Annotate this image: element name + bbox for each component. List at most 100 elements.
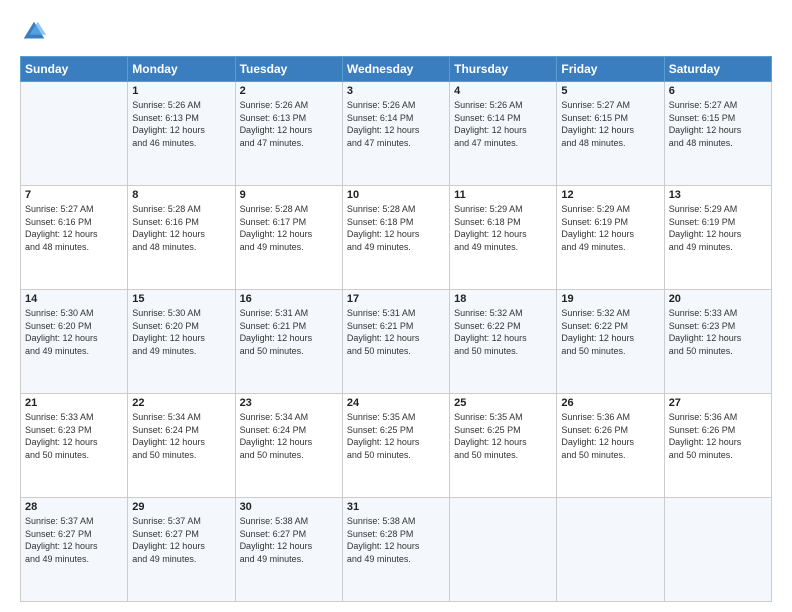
day-info: Sunrise: 5:36 AM Sunset: 6:26 PM Dayligh…	[561, 411, 659, 461]
calendar-cell: 21 Sunrise: 5:33 AM Sunset: 6:23 PM Dayli…	[21, 394, 128, 498]
calendar-cell: 8 Sunrise: 5:28 AM Sunset: 6:16 PM Daylig…	[128, 186, 235, 290]
day-number: 22	[132, 397, 230, 409]
day-number: 8	[132, 189, 230, 201]
day-number: 11	[454, 189, 552, 201]
calendar-cell: 10 Sunrise: 5:28 AM Sunset: 6:18 PM Dayli…	[342, 186, 449, 290]
calendar-cell: 30 Sunrise: 5:38 AM Sunset: 6:27 PM Dayli…	[235, 498, 342, 602]
calendar-day-header: Monday	[128, 57, 235, 82]
calendar-week-row: 21 Sunrise: 5:33 AM Sunset: 6:23 PM Dayli…	[21, 394, 772, 498]
calendar-cell: 15 Sunrise: 5:30 AM Sunset: 6:20 PM Dayli…	[128, 290, 235, 394]
calendar-week-row: 28 Sunrise: 5:37 AM Sunset: 6:27 PM Dayli…	[21, 498, 772, 602]
day-number: 20	[669, 293, 767, 305]
day-info: Sunrise: 5:34 AM Sunset: 6:24 PM Dayligh…	[132, 411, 230, 461]
calendar-table: SundayMondayTuesdayWednesdayThursdayFrid…	[20, 56, 772, 602]
calendar-day-header: Thursday	[450, 57, 557, 82]
calendar-cell: 4 Sunrise: 5:26 AM Sunset: 6:14 PM Daylig…	[450, 82, 557, 186]
day-number: 16	[240, 293, 338, 305]
day-info: Sunrise: 5:29 AM Sunset: 6:18 PM Dayligh…	[454, 203, 552, 253]
calendar-cell: 1Sunrise: 5:26 AM Sunset: 6:13 PM Daylig…	[128, 82, 235, 186]
day-number: 5	[561, 85, 659, 97]
day-info: Sunrise: 5:27 AM Sunset: 6:15 PM Dayligh…	[669, 99, 767, 149]
calendar-cell: 23Sunrise: 5:34 AM Sunset: 6:24 PM Dayli…	[235, 394, 342, 498]
day-info: Sunrise: 5:38 AM Sunset: 6:27 PM Dayligh…	[240, 515, 338, 565]
day-info: Sunrise: 5:30 AM Sunset: 6:20 PM Dayligh…	[25, 307, 123, 357]
calendar-cell: 11 Sunrise: 5:29 AM Sunset: 6:18 PM Dayli…	[450, 186, 557, 290]
day-info: Sunrise: 5:28 AM Sunset: 6:17 PM Dayligh…	[240, 203, 338, 253]
calendar-week-row: 14 Sunrise: 5:30 AM Sunset: 6:20 PM Dayli…	[21, 290, 772, 394]
day-number: 31	[347, 501, 445, 513]
day-info: Sunrise: 5:35 AM Sunset: 6:25 PM Dayligh…	[347, 411, 445, 461]
day-info: Sunrise: 5:27 AM Sunset: 6:16 PM Dayligh…	[25, 203, 123, 253]
day-number: 14	[25, 293, 123, 305]
day-info: Sunrise: 5:32 AM Sunset: 6:22 PM Dayligh…	[454, 307, 552, 357]
calendar-cell: 16 Sunrise: 5:31 AM Sunset: 6:21 PM Dayli…	[235, 290, 342, 394]
calendar-cell: 9 Sunrise: 5:28 AM Sunset: 6:17 PM Daylig…	[235, 186, 342, 290]
day-info: Sunrise: 5:29 AM Sunset: 6:19 PM Dayligh…	[669, 203, 767, 253]
calendar-cell	[21, 82, 128, 186]
logo	[20, 18, 52, 46]
day-number: 3	[347, 85, 445, 97]
calendar-cell: 19Sunrise: 5:32 AM Sunset: 6:22 PM Dayli…	[557, 290, 664, 394]
day-info: Sunrise: 5:28 AM Sunset: 6:16 PM Dayligh…	[132, 203, 230, 253]
calendar-day-header: Friday	[557, 57, 664, 82]
day-number: 13	[669, 189, 767, 201]
day-number: 26	[561, 397, 659, 409]
day-number: 30	[240, 501, 338, 513]
day-info: Sunrise: 5:29 AM Sunset: 6:19 PM Dayligh…	[561, 203, 659, 253]
calendar-cell: 6 Sunrise: 5:27 AM Sunset: 6:15 PM Daylig…	[664, 82, 771, 186]
day-number: 18	[454, 293, 552, 305]
day-number: 23	[240, 397, 338, 409]
day-number: 4	[454, 85, 552, 97]
day-info: Sunrise: 5:26 AM Sunset: 6:13 PM Dayligh…	[132, 99, 230, 149]
day-number: 9	[240, 189, 338, 201]
logo-icon	[20, 18, 48, 46]
day-info: Sunrise: 5:36 AM Sunset: 6:26 PM Dayligh…	[669, 411, 767, 461]
calendar-cell: 18 Sunrise: 5:32 AM Sunset: 6:22 PM Dayli…	[450, 290, 557, 394]
page: SundayMondayTuesdayWednesdayThursdayFrid…	[0, 0, 792, 612]
day-info: Sunrise: 5:26 AM Sunset: 6:14 PM Dayligh…	[454, 99, 552, 149]
day-number: 29	[132, 501, 230, 513]
calendar-cell: 31 Sunrise: 5:38 AM Sunset: 6:28 PM Dayli…	[342, 498, 449, 602]
header	[20, 18, 772, 46]
day-number: 10	[347, 189, 445, 201]
day-number: 28	[25, 501, 123, 513]
calendar-cell: 26 Sunrise: 5:36 AM Sunset: 6:26 PM Dayli…	[557, 394, 664, 498]
calendar-cell: 2Sunrise: 5:26 AM Sunset: 6:13 PM Daylig…	[235, 82, 342, 186]
day-number: 17	[347, 293, 445, 305]
day-number: 21	[25, 397, 123, 409]
calendar-cell: 28Sunrise: 5:37 AM Sunset: 6:27 PM Dayli…	[21, 498, 128, 602]
day-info: Sunrise: 5:31 AM Sunset: 6:21 PM Dayligh…	[347, 307, 445, 357]
day-number: 27	[669, 397, 767, 409]
day-info: Sunrise: 5:30 AM Sunset: 6:20 PM Dayligh…	[132, 307, 230, 357]
calendar-cell	[557, 498, 664, 602]
calendar-cell: 3Sunrise: 5:26 AM Sunset: 6:14 PM Daylig…	[342, 82, 449, 186]
calendar-day-header: Saturday	[664, 57, 771, 82]
calendar-cell: 13 Sunrise: 5:29 AM Sunset: 6:19 PM Dayli…	[664, 186, 771, 290]
calendar-cell: 14 Sunrise: 5:30 AM Sunset: 6:20 PM Dayli…	[21, 290, 128, 394]
calendar-day-header: Wednesday	[342, 57, 449, 82]
day-info: Sunrise: 5:38 AM Sunset: 6:28 PM Dayligh…	[347, 515, 445, 565]
calendar-cell: 17 Sunrise: 5:31 AM Sunset: 6:21 PM Dayli…	[342, 290, 449, 394]
day-info: Sunrise: 5:28 AM Sunset: 6:18 PM Dayligh…	[347, 203, 445, 253]
calendar-cell: 27 Sunrise: 5:36 AM Sunset: 6:26 PM Dayli…	[664, 394, 771, 498]
day-number: 7	[25, 189, 123, 201]
calendar-header-row: SundayMondayTuesdayWednesdayThursdayFrid…	[21, 57, 772, 82]
calendar-cell: 29 Sunrise: 5:37 AM Sunset: 6:27 PM Dayli…	[128, 498, 235, 602]
day-info: Sunrise: 5:33 AM Sunset: 6:23 PM Dayligh…	[25, 411, 123, 461]
calendar-cell: 5Sunrise: 5:27 AM Sunset: 6:15 PM Daylig…	[557, 82, 664, 186]
day-info: Sunrise: 5:35 AM Sunset: 6:25 PM Dayligh…	[454, 411, 552, 461]
calendar-day-header: Tuesday	[235, 57, 342, 82]
calendar-day-header: Sunday	[21, 57, 128, 82]
day-info: Sunrise: 5:32 AM Sunset: 6:22 PM Dayligh…	[561, 307, 659, 357]
day-number: 6	[669, 85, 767, 97]
calendar-cell	[664, 498, 771, 602]
calendar-week-row: 7 Sunrise: 5:27 AM Sunset: 6:16 PM Daylig…	[21, 186, 772, 290]
day-number: 24	[347, 397, 445, 409]
calendar-cell: 25Sunrise: 5:35 AM Sunset: 6:25 PM Dayli…	[450, 394, 557, 498]
day-number: 15	[132, 293, 230, 305]
calendar-cell: 24 Sunrise: 5:35 AM Sunset: 6:25 PM Dayli…	[342, 394, 449, 498]
day-info: Sunrise: 5:31 AM Sunset: 6:21 PM Dayligh…	[240, 307, 338, 357]
day-info: Sunrise: 5:26 AM Sunset: 6:13 PM Dayligh…	[240, 99, 338, 149]
day-info: Sunrise: 5:37 AM Sunset: 6:27 PM Dayligh…	[132, 515, 230, 565]
calendar-cell: 7 Sunrise: 5:27 AM Sunset: 6:16 PM Daylig…	[21, 186, 128, 290]
